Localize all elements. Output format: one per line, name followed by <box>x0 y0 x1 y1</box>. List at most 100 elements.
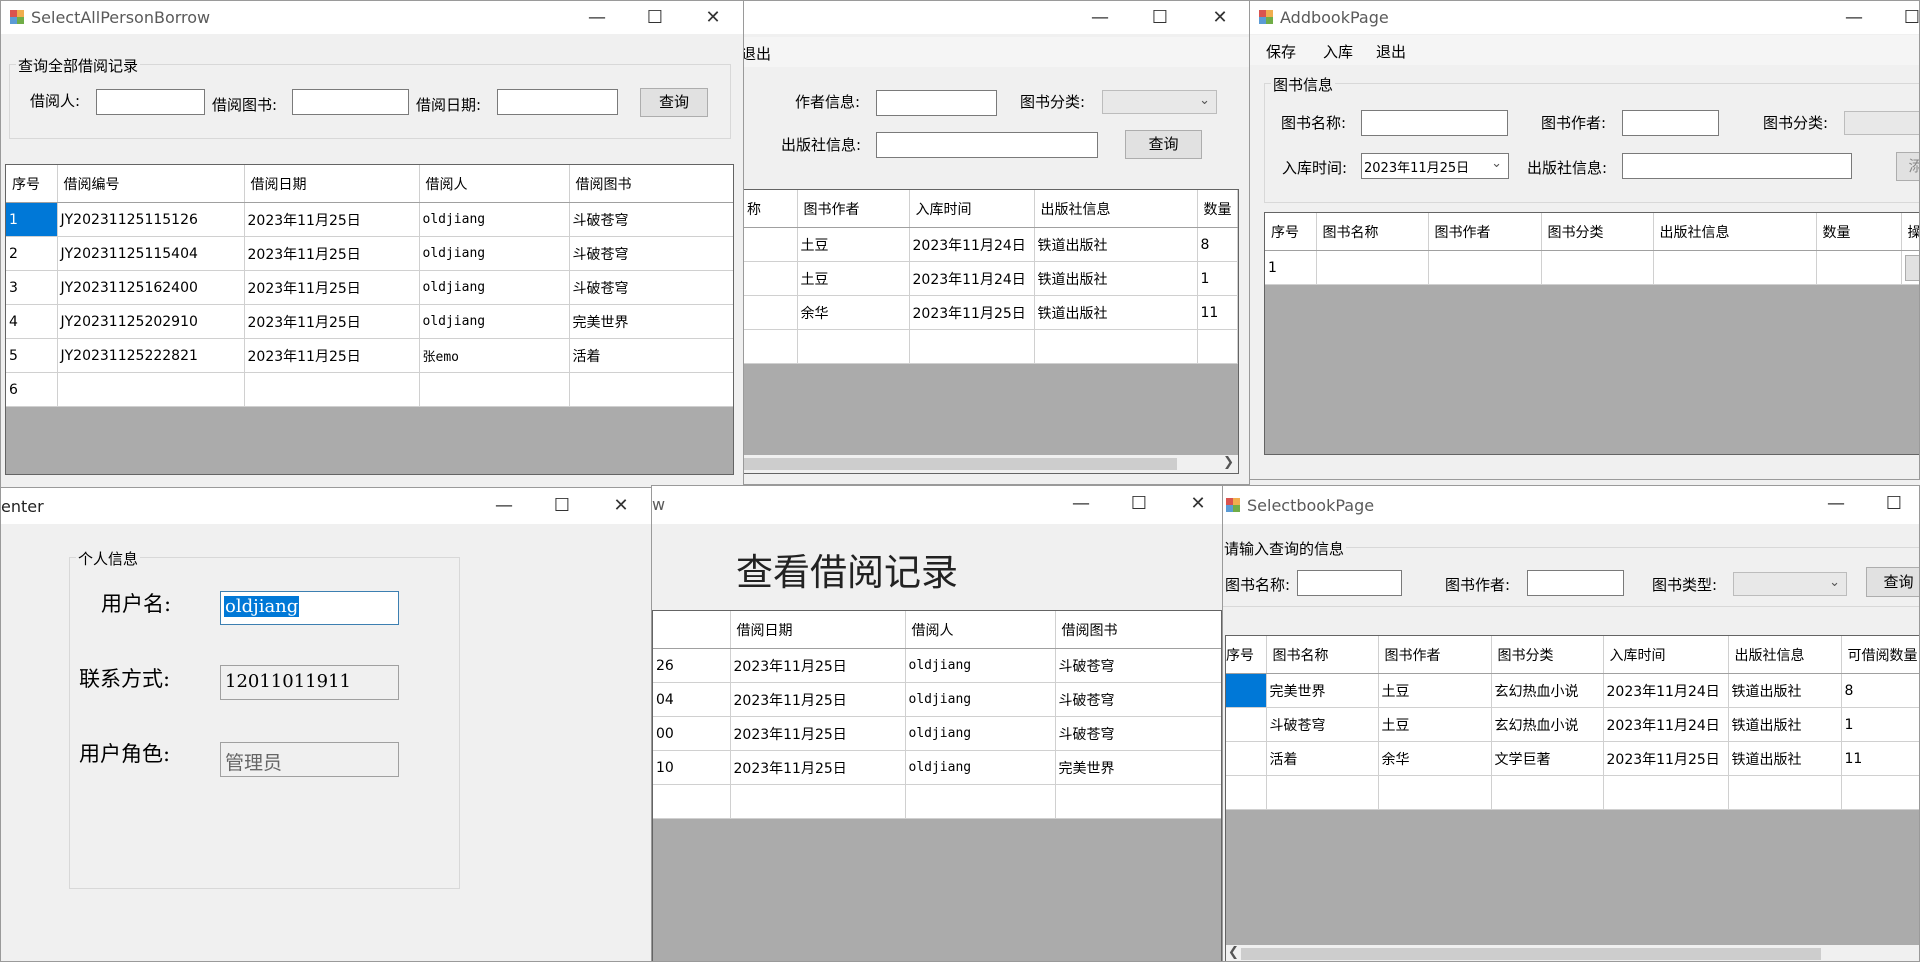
col-header[interactable]: 图书作者 <box>1378 636 1492 674</box>
cell[interactable]: 完美世界 <box>1266 673 1379 708</box>
cell[interactable] <box>1841 775 1919 810</box>
horizontal-scrollbar[interactable]: ❯ <box>742 455 1238 473</box>
minimize-button[interactable]: — <box>475 488 533 524</box>
cell[interactable]: 斗破苍穹 <box>1055 716 1221 751</box>
col-header[interactable]: 借阅图书 <box>1055 611 1221 649</box>
cell[interactable] <box>653 784 731 819</box>
cell[interactable] <box>1491 775 1604 810</box>
col-header[interactable]: 序号 <box>6 165 58 203</box>
cell[interactable]: 5 <box>6 338 58 373</box>
table-row[interactable]: 余华 2023年11月25日 铁道出版社 11 <box>742 295 1238 330</box>
col-header[interactable]: 借阅人 <box>905 611 1056 649</box>
col-header[interactable] <box>653 611 731 649</box>
date-input[interactable] <box>497 89 618 115</box>
cell[interactable] <box>1055 784 1221 819</box>
cell[interactable]: 土豆 <box>797 227 910 262</box>
borrower-input[interactable] <box>96 89 205 115</box>
cell[interactable]: 铁道出版社 <box>1728 741 1842 776</box>
cell[interactable] <box>1197 329 1238 364</box>
cell[interactable]: 斗破苍穹 <box>1055 648 1221 683</box>
cell[interactable]: 04 <box>653 682 731 717</box>
cell[interactable]: 2023年11月24日 <box>1603 673 1729 708</box>
my-borrow-grid[interactable]: 借阅日期 借阅人 借阅图书 26 2023年11月25日 oldjiang 斗破苍穹 … <box>652 610 1222 961</box>
maximize-button[interactable]: ☐ <box>626 1 684 34</box>
cell[interactable]: 4 <box>6 304 58 339</box>
author-input[interactable] <box>876 90 997 116</box>
cell[interactable] <box>742 227 798 262</box>
cell[interactable]: 铁道出版社 <box>1034 261 1198 296</box>
chevron-down-icon[interactable]: ⌄ <box>1491 156 1502 171</box>
cell[interactable]: 2023年11月25日 <box>244 202 420 237</box>
menu-save[interactable]: 保存 <box>1266 41 1296 62</box>
scroll-left-icon[interactable]: ❮ <box>1228 945 1239 960</box>
books-grid[interactable]: 称 图书作者 入库时间 出版社信息 数量 土豆 2023年11月24日 铁道出版社 8… <box>741 189 1239 474</box>
cell[interactable]: 2 <box>6 236 58 271</box>
cell[interactable]: 2023年11月25日 <box>244 338 420 373</box>
menu-stock[interactable]: 入库 <box>1323 41 1353 62</box>
cell[interactable]: oldjiang <box>905 716 1056 751</box>
col-header[interactable]: 图书分类 <box>1491 636 1604 674</box>
cell[interactable]: 完美世界 <box>569 304 733 339</box>
cell[interactable] <box>909 329 1035 364</box>
type-select[interactable]: ⌄ <box>1733 572 1847 596</box>
cell[interactable] <box>1653 250 1817 285</box>
cell[interactable] <box>1428 250 1542 285</box>
query-button[interactable]: 查询 <box>1125 130 1202 159</box>
cell[interactable]: 2023年11月24日 <box>909 227 1035 262</box>
cell[interactable] <box>419 372 570 407</box>
cell[interactable]: 1 <box>1265 250 1317 285</box>
table-row[interactable]: 土豆 2023年11月24日 铁道出版社 8 <box>742 227 1238 262</box>
cell[interactable] <box>730 784 906 819</box>
cell[interactable]: 铁道出版社 <box>1034 227 1198 262</box>
cell[interactable]: 8 <box>1841 673 1919 708</box>
minimize-button[interactable]: — <box>1071 1 1129 34</box>
col-header[interactable]: 借阅图书 <box>569 165 733 203</box>
cell[interactable]: 土豆 <box>797 261 910 296</box>
cell[interactable] <box>1378 775 1492 810</box>
table-row[interactable]: 土豆 2023年11月24日 铁道出版社 1 <box>742 261 1238 296</box>
cell[interactable]: 2023年11月25日 <box>244 236 420 271</box>
col-header[interactable]: 图书作者 <box>797 190 910 228</box>
category-select[interactable]: ⌄ <box>1102 90 1217 114</box>
col-header[interactable]: 图书作者 <box>1428 213 1542 251</box>
cell[interactable]: oldjiang <box>905 750 1056 785</box>
cell[interactable] <box>1226 673 1267 708</box>
col-header[interactable]: 入库时间 <box>1603 636 1729 674</box>
cell[interactable] <box>1226 741 1267 776</box>
cell[interactable]: 2023年11月25日 <box>730 682 906 717</box>
cell[interactable]: 活着 <box>569 338 733 373</box>
publisher-input[interactable] <box>876 132 1098 158</box>
cell[interactable]: 2023年11月25日 <box>730 716 906 751</box>
publisher-input[interactable] <box>1622 153 1852 179</box>
cell[interactable]: 1 <box>1197 261 1238 296</box>
cell[interactable]: 张emo <box>419 338 570 373</box>
col-header[interactable]: 操 <box>1901 213 1919 251</box>
stock-time-picker[interactable]: 2023年11月25日 ⌄ <box>1361 153 1509 179</box>
maximize-button[interactable]: ☐ <box>1110 486 1168 519</box>
cell[interactable]: 铁道出版社 <box>1034 295 1198 330</box>
maximize-button[interactable]: ☐ <box>1865 486 1919 519</box>
cell[interactable]: oldjiang <box>419 304 570 339</box>
col-header[interactable]: 称 <box>742 190 798 228</box>
cell[interactable]: JY20231125162400 <box>57 270 245 305</box>
col-header[interactable]: 借阅日期 <box>730 611 906 649</box>
close-button[interactable]: ✕ <box>1169 486 1227 519</box>
cell[interactable] <box>1266 775 1379 810</box>
cell[interactable]: 11 <box>1841 741 1919 776</box>
cell[interactable]: 完美世界 <box>1055 750 1221 785</box>
cell[interactable]: 玄幻热血小说 <box>1491 673 1604 708</box>
cell[interactable]: 余华 <box>1378 741 1492 776</box>
table-row[interactable]: 00 2023年11月25日 oldjiang 斗破苍穹 <box>653 716 1221 751</box>
col-header[interactable]: 出版社信息 <box>1653 213 1817 251</box>
cell[interactable]: 8 <box>1197 227 1238 262</box>
cell[interactable]: 2023年11月25日 <box>909 295 1035 330</box>
scroll-thumb[interactable] <box>1241 948 1821 960</box>
cell[interactable] <box>742 261 798 296</box>
table-row[interactable]: 活着 余华 文学巨著 2023年11月25日 铁道出版社 11 <box>1226 741 1919 776</box>
cell[interactable]: 2023年11月25日 <box>244 304 420 339</box>
table-row[interactable]: 26 2023年11月25日 oldjiang 斗破苍穹 <box>653 648 1221 683</box>
col-header[interactable]: 可借阅数量 <box>1841 636 1919 674</box>
close-button[interactable]: ✕ <box>592 488 650 524</box>
addbook-grid[interactable]: 序号 图书名称 图书作者 图书分类 出版社信息 数量 操 1 <box>1264 212 1919 455</box>
cell[interactable]: oldjiang <box>905 682 1056 717</box>
